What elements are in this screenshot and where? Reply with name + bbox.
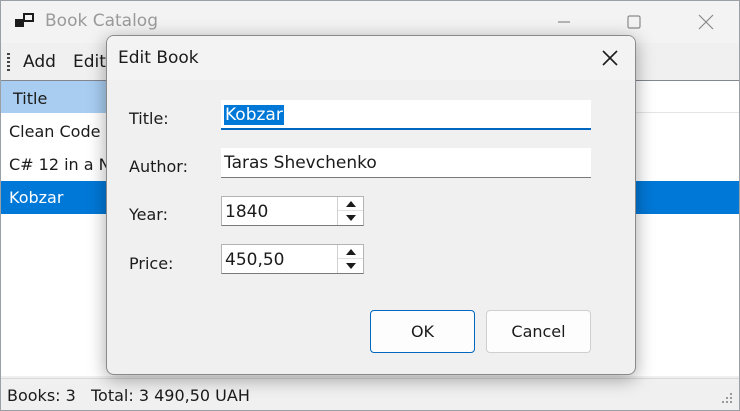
year-stepper-buttons — [337, 197, 363, 225]
resize-grip-icon[interactable] — [719, 390, 733, 404]
year-label: Year: — [129, 205, 168, 224]
price-stepper-value: 450,50 — [225, 250, 285, 270]
price-label: Price: — [129, 254, 174, 273]
title-label: Title: — [129, 109, 169, 128]
menu-item-add[interactable]: Add — [23, 52, 56, 72]
title-input[interactable]: Kobzar — [221, 100, 591, 130]
arrow-up-icon — [345, 248, 356, 255]
status-total: Total: 3 490,50 UAH — [91, 386, 250, 405]
maximize-icon — [627, 15, 641, 29]
price-increment-button[interactable] — [338, 245, 363, 259]
toolbar-grip[interactable] — [7, 53, 10, 71]
author-label: Author: — [129, 157, 188, 176]
edit-book-dialog: Edit Book Title: Kobzar Author: Taras Sh… — [106, 35, 636, 375]
column-header-title[interactable]: Title — [1, 81, 121, 113]
title-input-value: Kobzar — [224, 105, 284, 125]
price-decrement-button[interactable] — [338, 259, 363, 273]
app-window-icon — [15, 13, 34, 27]
status-bar: Books: 3 Total: 3 490,50 UAH — [1, 378, 739, 410]
menu-item-edit[interactable]: Edit — [73, 52, 106, 72]
dialog-title: Edit Book — [118, 48, 199, 68]
year-increment-button[interactable] — [338, 197, 363, 211]
window-close-button[interactable] — [683, 1, 729, 43]
close-icon — [602, 50, 618, 66]
cancel-button[interactable]: Cancel — [486, 310, 591, 353]
year-decrement-button[interactable] — [338, 211, 363, 225]
arrow-down-icon — [345, 215, 356, 221]
close-icon — [698, 14, 714, 30]
dialog-titlebar[interactable]: Edit Book — [107, 36, 635, 80]
dialog-close-button[interactable] — [589, 44, 631, 72]
window-title: Book Catalog — [45, 11, 158, 31]
status-book-count: Books: 3 — [7, 386, 76, 405]
price-stepper-buttons — [337, 245, 363, 273]
author-input[interactable]: Taras Shevchenko — [221, 148, 591, 178]
arrow-up-icon — [345, 200, 356, 207]
price-stepper[interactable]: 450,50 — [221, 244, 364, 274]
author-input-value: Taras Shevchenko — [224, 153, 377, 173]
minimize-icon — [558, 21, 570, 23]
ok-button[interactable]: OK — [370, 310, 475, 353]
arrow-down-icon — [345, 263, 356, 269]
year-stepper-value: 1840 — [225, 202, 269, 222]
year-stepper[interactable]: 1840 — [221, 196, 364, 226]
